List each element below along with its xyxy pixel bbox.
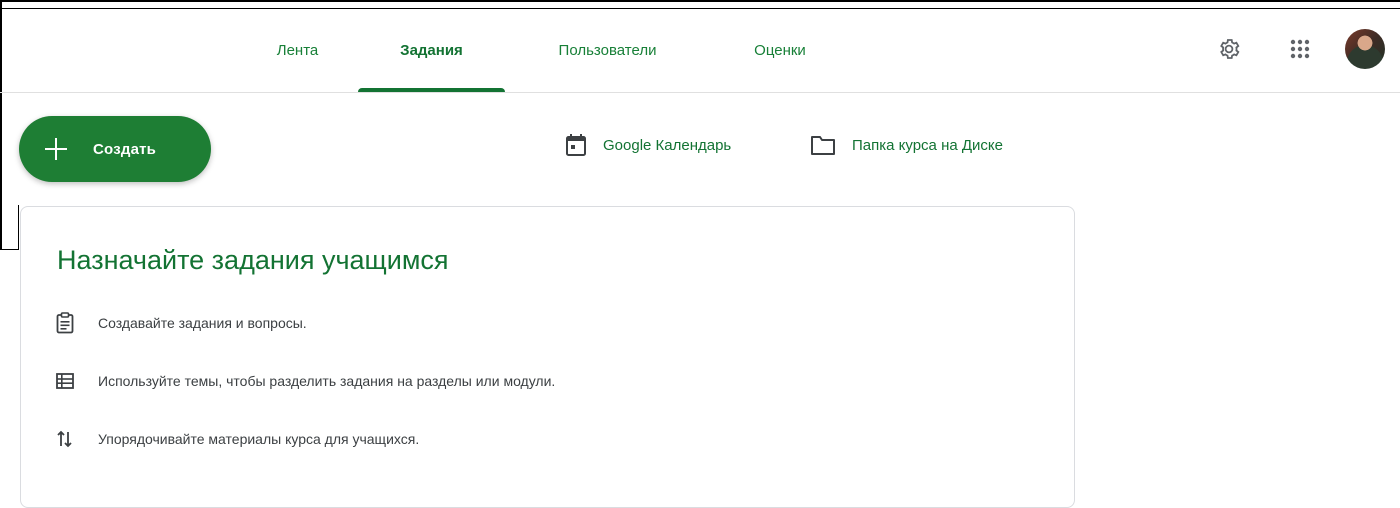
course-drive-folder-label: Папка курса на Диске (852, 136, 1003, 154)
create-button[interactable]: Создать (19, 116, 211, 182)
frame-border-top (0, 0, 1400, 2)
list-item-text: Используйте темы, чтобы разделить задани… (98, 373, 556, 389)
create-button-label: Создать (93, 140, 157, 158)
google-calendar-label: Google Календарь (603, 136, 732, 154)
card-title: Назначайте задания учащимся (57, 245, 449, 275)
plus-icon (45, 138, 67, 160)
assignment-icon (55, 312, 75, 334)
folder-icon (810, 134, 836, 156)
calendar-icon (565, 133, 587, 157)
empty-state-card: Назначайте задания учащимся Создавайте з… (20, 206, 1075, 508)
gear-icon[interactable] (1211, 31, 1247, 67)
google-calendar-link[interactable]: Google Календарь (565, 130, 731, 160)
topic-list-icon (55, 373, 75, 389)
tab-feed[interactable]: Лента (250, 9, 345, 92)
list-item: Создавайте задания и вопросы. (55, 311, 307, 335)
avatar[interactable] (1345, 29, 1385, 69)
top-navigation-bar: Лента Задания Пользователи Оценки (0, 9, 1400, 93)
tab-people[interactable]: Пользователи (525, 9, 690, 92)
list-item: Используйте темы, чтобы разделить задани… (55, 369, 555, 393)
course-drive-folder-link[interactable]: Папка курса на Диске (810, 130, 1003, 160)
frame-border-inner (18, 205, 19, 250)
tab-grades[interactable]: Оценки (725, 9, 835, 92)
tab-assignments[interactable]: Задания (358, 9, 505, 92)
list-item-text: Создавайте задания и вопросы. (98, 315, 307, 331)
reorder-icon (55, 429, 75, 449)
list-item: Упорядочивайте материалы курса для учащи… (55, 427, 419, 451)
frame-border-bottom (0, 249, 19, 250)
list-item-text: Упорядочивайте материалы курса для учащи… (98, 431, 420, 447)
apps-grid-icon[interactable] (1282, 31, 1318, 67)
